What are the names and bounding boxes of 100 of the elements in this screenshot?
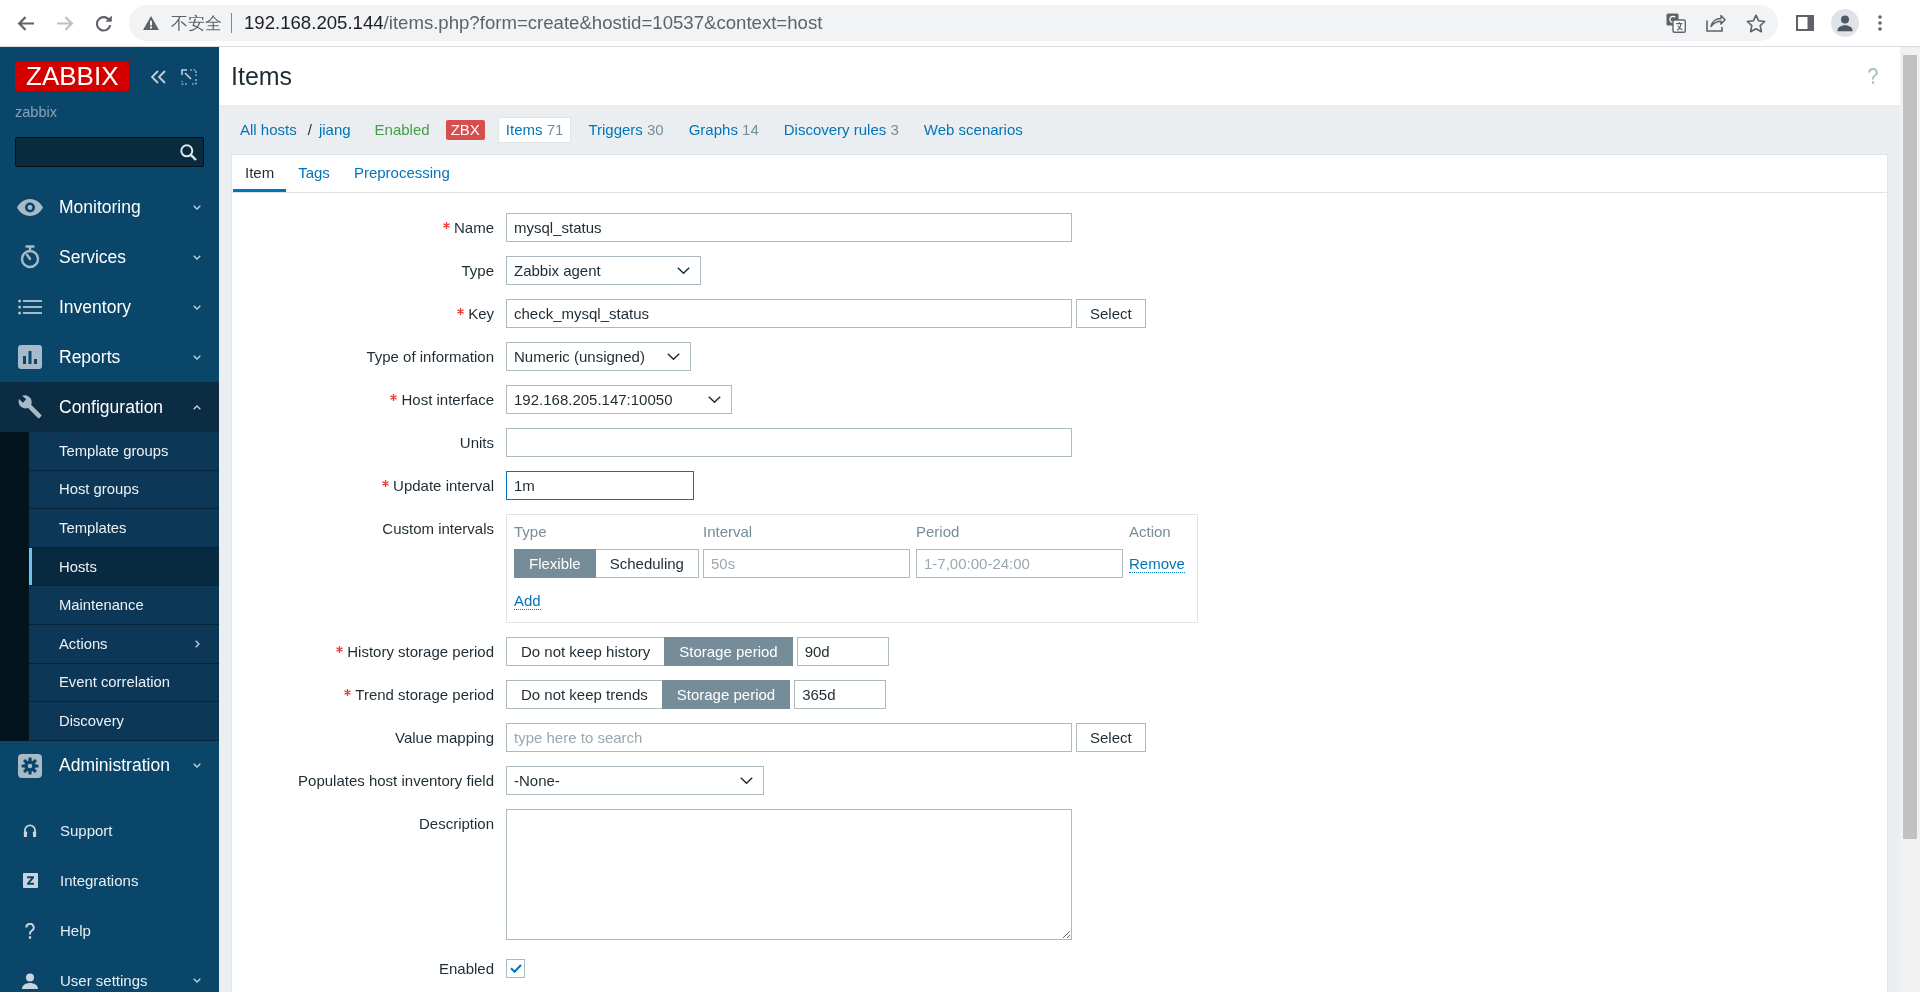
submenu-item[interactable]: Hosts (29, 547, 219, 587)
chevron-down-icon (667, 353, 680, 360)
star-icon[interactable] (1746, 13, 1766, 33)
breadcrumb-link[interactable]: All hosts (240, 121, 297, 138)
menu-item[interactable]: Reports (0, 332, 219, 382)
security-label[interactable]: 不安全 (171, 11, 222, 35)
select-button[interactable]: Select (1076, 299, 1146, 328)
menu-item[interactable]: Integrations (0, 855, 219, 906)
field-label: Trend storage period (355, 685, 494, 705)
eye-icon (17, 198, 43, 216)
chevron-down-icon (193, 763, 201, 769)
field-label: Populates host inventory field (298, 771, 494, 791)
dropdown[interactable]: -None- (506, 766, 764, 795)
select-button[interactable]: Select (1076, 723, 1146, 752)
breadcrumb-link[interactable]: jiang (318, 121, 351, 138)
more-icon[interactable] (1878, 15, 1882, 31)
field-label: Update interval (393, 476, 494, 496)
field-label: History storage period (347, 642, 494, 662)
menu-item[interactable]: Inventory (0, 282, 219, 332)
field-label: Host interface (401, 390, 494, 410)
form-tab[interactable]: Preprocessing (341, 155, 462, 192)
submenu-item[interactable]: Template groups (29, 432, 219, 471)
input-field[interactable]: 365d (794, 680, 887, 709)
chevron-down-icon (193, 254, 201, 260)
segment-button[interactable]: Scheduling (594, 549, 699, 578)
menu-item[interactable]: Administration (0, 740, 219, 791)
breadcrumb-separator: / (307, 121, 312, 138)
field-label: Description (418, 814, 494, 834)
scrollbar-thumb[interactable] (1903, 55, 1917, 839)
form-tab[interactable]: Item (233, 155, 287, 192)
form-tab[interactable]: Tags (286, 155, 342, 192)
submenu-item[interactable]: Discovery (29, 702, 219, 741)
menu-item[interactable]: Services (0, 232, 219, 282)
input-field[interactable]: 50s (703, 549, 910, 578)
chevron-down-icon (193, 204, 201, 210)
field-label: Custom intervals (382, 519, 494, 539)
dropdown[interactable]: 192.168.205.147:10050 (506, 385, 732, 414)
search-field[interactable] (15, 137, 204, 167)
reload-icon[interactable] (95, 14, 112, 32)
field-label: Type of information (366, 347, 494, 367)
input-field[interactable]: type here to search (506, 723, 1072, 752)
submenu-item[interactable]: Maintenance (29, 586, 219, 625)
menu-item[interactable]: Help (0, 905, 219, 956)
segment-button[interactable]: Do not keep trends (506, 680, 663, 709)
input-field[interactable]: check_mysql_status (506, 299, 1072, 328)
page-title: Items (231, 61, 293, 91)
server-name: zabbix (15, 103, 57, 121)
field-label: Key (468, 304, 494, 324)
gear-icon (18, 753, 42, 778)
submenu-item[interactable]: Templates (29, 509, 219, 548)
translate-icon[interactable] (1666, 13, 1686, 33)
host-tab[interactable]: Graphs 14 (680, 116, 767, 143)
host-tab[interactable]: Items 71 (497, 116, 572, 143)
menu-item[interactable]: Support (0, 805, 219, 856)
chevron-down-icon (193, 978, 201, 984)
input-field[interactable]: 90d (796, 637, 889, 666)
help-icon[interactable] (25, 922, 35, 939)
chevron-down-icon (193, 354, 201, 360)
field-label: Enabled (438, 959, 494, 979)
chevron-down-icon (708, 396, 721, 403)
side-panel-icon[interactable] (1796, 15, 1814, 31)
input-field[interactable]: mysql_status (506, 213, 1072, 242)
search-icon (180, 143, 197, 161)
remove-link[interactable]: Remove (1129, 554, 1185, 573)
back-icon[interactable] (17, 15, 34, 31)
fullscreen-icon[interactable] (181, 68, 198, 85)
share-icon[interactable] (1706, 14, 1726, 32)
zabbix-logo[interactable]: ZABBIX (15, 62, 130, 91)
field-label: Name (454, 218, 494, 238)
submenu-item[interactable]: Actions (29, 624, 219, 664)
address-text[interactable]: 192.168.205.144/items.php?form=create&hostid=10537&context=host (244, 12, 823, 34)
chevron-up-icon (193, 404, 201, 410)
headset-icon (23, 823, 37, 839)
scrollbar[interactable] (1900, 47, 1920, 992)
menu-item[interactable]: Configuration (0, 382, 219, 432)
dropdown[interactable]: Numeric (unsigned) (506, 342, 691, 371)
input-field[interactable]: 1m (506, 471, 694, 500)
column-header: Type (514, 522, 547, 542)
bar-chart-icon (18, 345, 42, 369)
input-field[interactable]: 1-7,00:00-24:00 (916, 549, 1123, 578)
wrench-icon (18, 395, 42, 419)
submenu-item[interactable]: Event correlation (29, 663, 219, 703)
checkmark-icon (509, 964, 522, 973)
submenu-item[interactable]: Host groups (29, 470, 219, 510)
column-header: Action (1129, 522, 1171, 542)
segment-button[interactable]: Do not keep history (506, 637, 666, 666)
avatar-icon[interactable] (1831, 9, 1859, 37)
host-tab[interactable]: Web scenarios (915, 116, 1031, 143)
menu-item[interactable]: Monitoring (0, 182, 219, 232)
host-tab[interactable]: Triggers 30 (580, 116, 672, 143)
host-tab[interactable]: Discovery rules 3 (775, 116, 907, 143)
address-bar[interactable]: 不安全 192.168.205.144/items.php?form=create&hostid=10537&context=host (129, 5, 1778, 41)
add-link[interactable]: Add (514, 592, 541, 610)
checkbox[interactable] (506, 959, 525, 978)
menu-item[interactable]: User settings (0, 955, 219, 992)
input-field[interactable] (506, 428, 1072, 457)
z-tile-icon (22, 873, 38, 889)
field-label: Type (461, 261, 494, 281)
double-chevron-left-icon[interactable] (150, 69, 168, 84)
dropdown[interactable]: Zabbix agent (506, 256, 701, 285)
